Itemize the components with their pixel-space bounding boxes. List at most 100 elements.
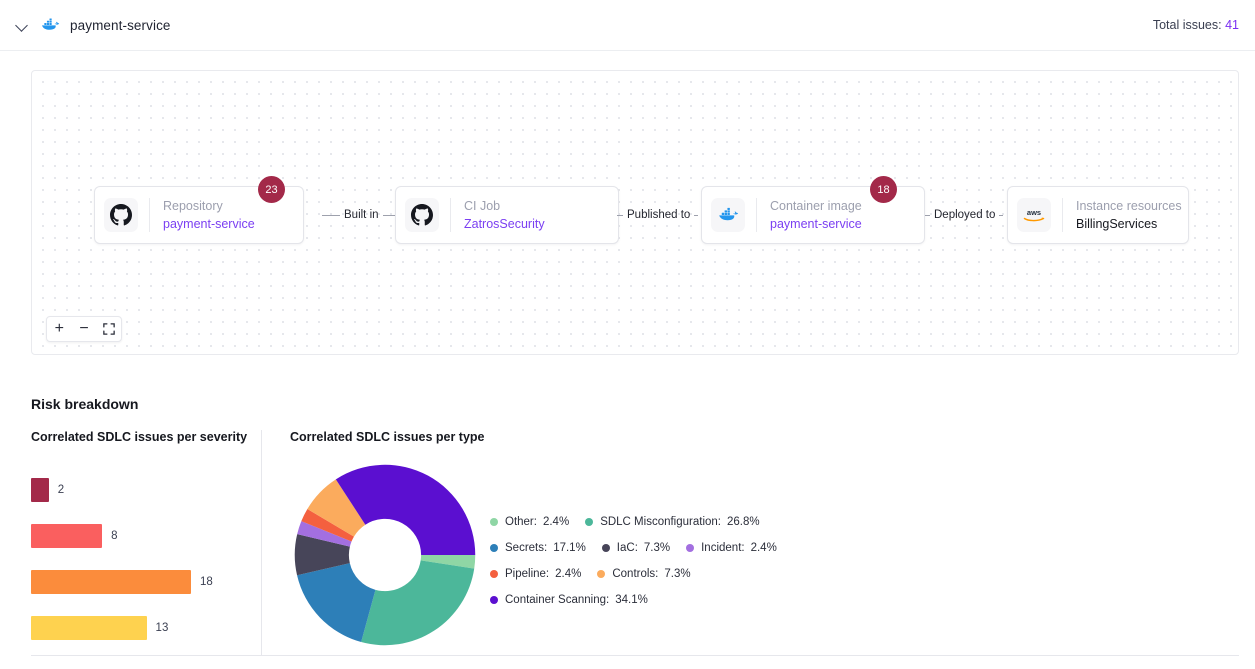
issue-badge-repository[interactable]: 23: [258, 176, 285, 203]
edge-line: [322, 214, 340, 216]
edge-line: [617, 214, 623, 216]
node-kind-label: Instance resources: [1076, 198, 1182, 213]
edge-line-2: [694, 214, 699, 216]
legend-percent: 34.1%: [615, 594, 648, 606]
aws-icon: aws: [1017, 198, 1051, 232]
donut-svg: [294, 464, 476, 646]
legend-percent: 2.4%: [555, 568, 582, 580]
legend-label: Secrets:: [505, 542, 548, 554]
legend-label: Controls:: [612, 568, 659, 580]
type-donut-chart[interactable]: [290, 460, 480, 650]
bar-value-high: 8: [111, 530, 118, 542]
edge-label: Deployed to: [934, 209, 996, 221]
total-issues: Total issues: 41: [1153, 18, 1255, 32]
legend-percent: 26.8%: [727, 516, 760, 528]
zoom-out-button[interactable]: −: [74, 319, 94, 339]
legend-label: Container Scanning:: [505, 594, 610, 606]
graph-edge-deployed-to: Deployed to: [925, 209, 1013, 221]
legend-percent: 2.4%: [542, 516, 570, 528]
donut-slice[interactable]: [297, 563, 376, 643]
node-kind-label: CI Job: [464, 198, 501, 213]
svg-text:aws: aws: [1027, 208, 1041, 217]
docker-icon: [42, 18, 60, 30]
type-panel: Correlated SDLC issues per type Other: 2.…: [262, 430, 1239, 655]
node-divider: [756, 198, 757, 232]
node-divider: [1062, 198, 1063, 232]
service-risk-page: payment-service Total issues: 41 Reposit…: [0, 0, 1255, 669]
legend-item[interactable]: Other: 2.4%: [490, 516, 569, 528]
edge-label: Built in: [344, 209, 379, 221]
node-name-value: BillingServices: [1076, 216, 1158, 231]
legend-item[interactable]: Incident: 2.4%: [686, 542, 777, 554]
legend-percent: 17.1%: [553, 542, 586, 554]
legend-percent: 2.4%: [750, 542, 777, 554]
severity-bar-chart: 2 8 18 13: [31, 467, 261, 651]
legend-color-dot: [490, 544, 498, 552]
node-divider: [450, 198, 451, 232]
fit-screen-icon[interactable]: [99, 319, 119, 339]
node-text-group: Repository payment-service: [163, 199, 255, 232]
issue-badge-container-image[interactable]: 18: [870, 176, 897, 203]
legend-item[interactable]: Pipeline: 2.4%: [490, 568, 581, 580]
chevron-down-icon[interactable]: [14, 17, 30, 33]
donut-slice[interactable]: [361, 560, 475, 646]
legend-item[interactable]: Controls: 7.3%: [597, 568, 691, 580]
github-icon: [405, 198, 439, 232]
legend-item[interactable]: IaC: 7.3%: [601, 542, 670, 554]
legend-color-dot: [585, 518, 594, 526]
node-name-link[interactable]: payment-service: [163, 217, 255, 232]
graph-node-ci-job[interactable]: CI Job ZatrosSecurity: [395, 186, 619, 244]
node-divider: [149, 198, 150, 232]
bar-row[interactable]: 13: [31, 605, 261, 651]
legend-label: Pipeline:: [505, 568, 550, 580]
bar-row[interactable]: 8: [31, 513, 261, 559]
type-panel-title: Correlated SDLC issues per type: [290, 430, 485, 444]
risk-breakdown-title: Risk breakdown: [31, 396, 139, 412]
severity-panel-title: Correlated SDLC issues per severity: [31, 430, 248, 444]
edge-line: [925, 214, 930, 216]
page-title: payment-service: [70, 17, 171, 33]
graph-zoom-controls[interactable]: + −: [46, 316, 122, 342]
legend-color-dot: [597, 570, 606, 578]
legend-color-dot: [490, 518, 498, 526]
bar-value-low: 13: [155, 622, 169, 634]
legend-label: IaC:: [616, 542, 638, 554]
donut-slice[interactable]: [335, 464, 476, 555]
page-header: payment-service Total issues: 41: [0, 0, 1255, 51]
bottom-divider: [31, 655, 1239, 656]
bar-row[interactable]: 2: [31, 467, 261, 513]
legend-label: Other:: [505, 516, 537, 528]
docker-icon: [711, 198, 745, 232]
legend-color-dot: [490, 596, 498, 604]
node-name-link[interactable]: payment-service: [770, 217, 862, 232]
bar-medium[interactable]: [31, 570, 191, 594]
bar-critical[interactable]: [31, 478, 49, 502]
service-graph-canvas[interactable]: Repository payment-service 23 Built in C…: [31, 70, 1239, 355]
legend-color-dot: [490, 570, 498, 578]
graph-edge-published-to: Published to: [617, 209, 708, 221]
total-issues-value: 41: [1225, 18, 1239, 32]
node-text-group: Instance resources BillingServices: [1076, 198, 1182, 232]
bar-low[interactable]: [31, 616, 147, 640]
legend-item[interactable]: SDLC Misconfiguration: 26.8%: [585, 516, 760, 528]
edge-label: Published to: [627, 209, 691, 221]
donut-legend: Other: 2.4% SDLC Misconfiguration: 26.8% Sec…: [490, 516, 920, 613]
legend-label: Incident:: [701, 542, 745, 554]
legend-percent: 7.3%: [664, 568, 691, 580]
bar-value-critical: 2: [57, 484, 65, 496]
graph-node-instance-resources[interactable]: aws Instance resources BillingServices: [1007, 186, 1189, 244]
total-issues-label: Total issues:: [1152, 18, 1222, 32]
zoom-in-button[interactable]: +: [49, 319, 69, 339]
bar-row[interactable]: 18: [31, 559, 261, 605]
risk-breakdown-panels: Correlated SDLC issues per severity 2 8 …: [31, 430, 1239, 655]
legend-item[interactable]: Container Scanning: 34.1%: [490, 594, 648, 606]
bar-high[interactable]: [31, 524, 103, 548]
header-left-group: payment-service: [0, 15, 171, 35]
node-kind-label: Repository: [163, 198, 223, 213]
node-kind-label: Container image: [770, 198, 862, 213]
node-name-link[interactable]: ZatrosSecurity: [464, 217, 545, 232]
legend-item[interactable]: Secrets: 17.1%: [490, 542, 586, 554]
node-text-group: Container image payment-service: [770, 199, 862, 232]
legend-color-dot: [686, 544, 695, 552]
node-text-group: CI Job ZatrosSecurity: [464, 199, 545, 232]
